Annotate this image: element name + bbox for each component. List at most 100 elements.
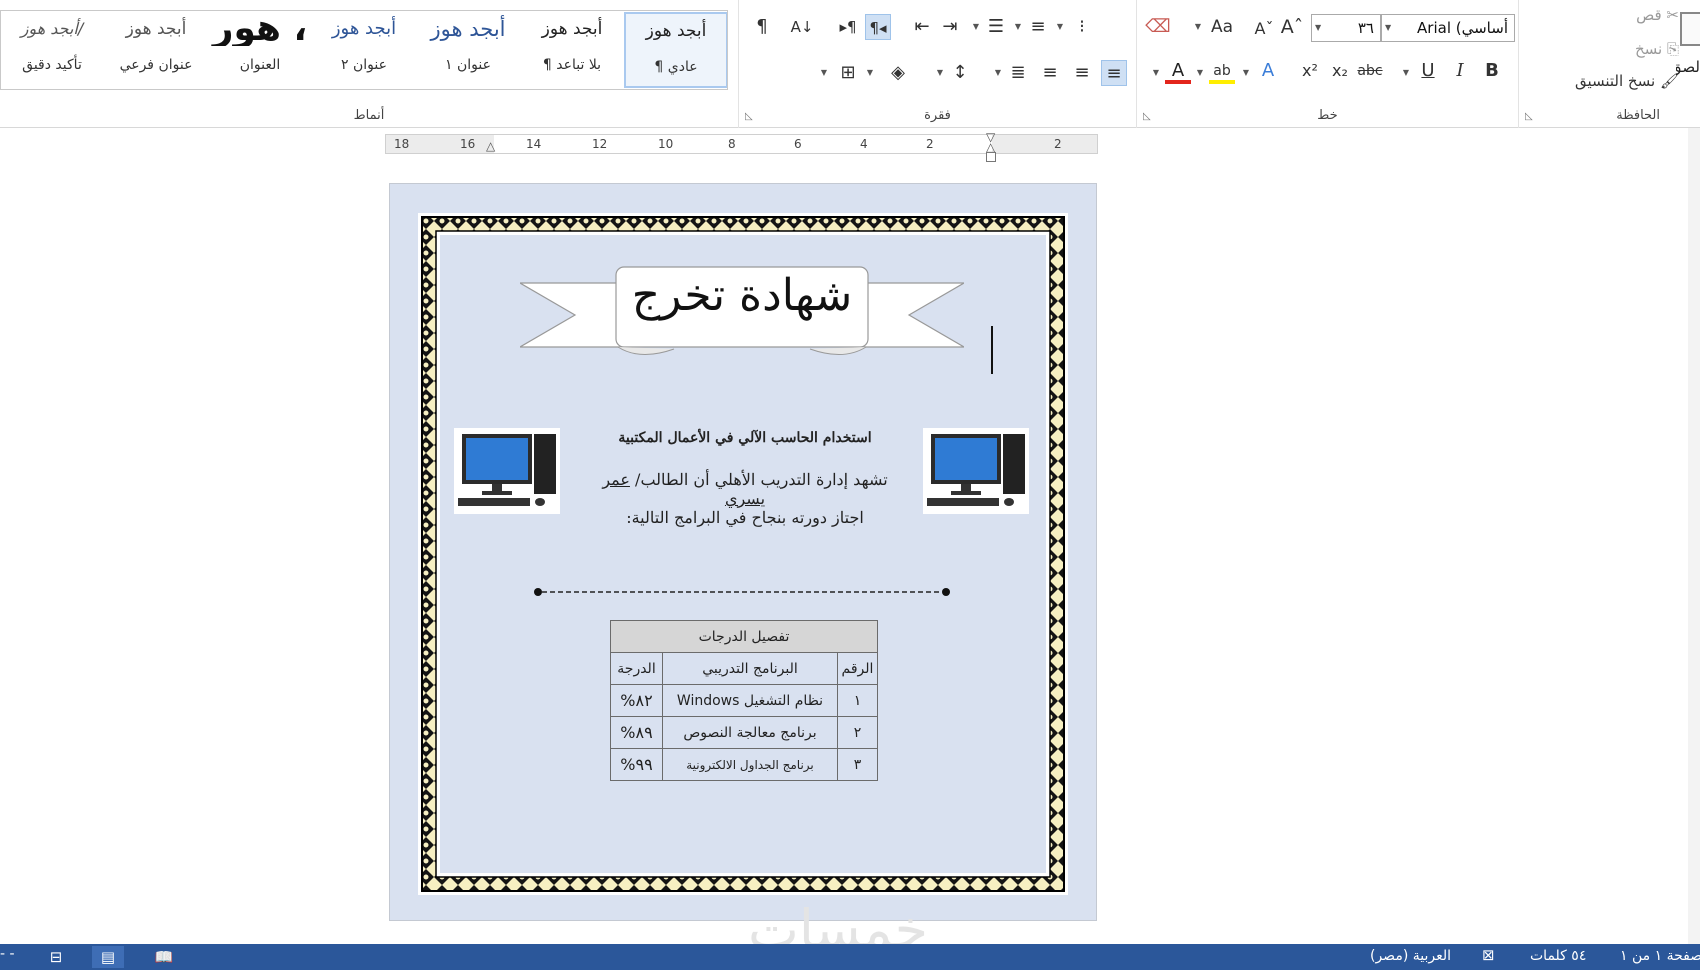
text-caret	[991, 326, 993, 374]
grow-font-icon[interactable]: Aˆ	[1279, 14, 1305, 40]
font-group-label: خط	[1317, 108, 1338, 123]
font-name-box[interactable]: ▼ Arial (أساسي	[1381, 14, 1515, 42]
bullets-icon[interactable]: ⁝	[1069, 14, 1095, 40]
change-case-dropdown[interactable]: ▼	[1193, 16, 1203, 38]
style-name: ¶ بلا تباعد	[542, 57, 602, 73]
style-preview: أبجد هوز	[430, 17, 506, 41]
text-effects-dropdown[interactable]: ▼	[1241, 62, 1251, 84]
row-grade: ٨٩%	[610, 716, 663, 749]
text-effects-icon[interactable]: A	[1255, 58, 1281, 84]
left-indent-marker-icon[interactable]: △	[486, 139, 495, 153]
style-normal[interactable]: أبجد هوز ¶ عادي	[624, 12, 728, 88]
multilevel-list-icon[interactable]: ☰	[983, 14, 1009, 40]
borders-icon[interactable]: ⊞	[835, 60, 861, 86]
header-program: البرنامج التدريبي	[662, 652, 838, 685]
format-painter-label: نسخ التنسيق	[1574, 72, 1656, 90]
style-title[interactable]: هور ، العنوان	[208, 12, 312, 88]
paste-button[interactable]: لصق	[1676, 4, 1700, 94]
read-mode-icon[interactable]: 📖	[148, 946, 180, 968]
right-indent-marker-icon[interactable]: ▽ △	[986, 131, 995, 153]
clipboard-group: ✂ قص ⎘ نسخ 🖌 نسخ التنسيق ◺ الحافظة	[1518, 0, 1688, 128]
rtl-direction-icon[interactable]: ¶◂	[865, 14, 891, 40]
font-color-dropdown[interactable]: ▼	[1151, 62, 1161, 84]
line-spacing-dropdown[interactable]: ▼	[935, 62, 945, 84]
font-size-box[interactable]: ▼ ٣٦	[1311, 14, 1381, 42]
bullets-dropdown[interactable]: ▼	[1055, 16, 1065, 38]
line-spacing-icon[interactable]: ↕	[947, 60, 973, 86]
row-program: برنامج الجداول الالكترونية	[662, 748, 838, 781]
styles-group: أبجد هوز ¶ عادي أبجد هوز ¶ بلا تباعد أبج…	[0, 0, 738, 128]
copy-button[interactable]: ⎘ نسخ	[1527, 40, 1679, 64]
grades-table: تفصيل الدرجات الرقم البرنامج التدريبي ال…	[610, 620, 878, 781]
style-subtle-emphasis[interactable]: أبجد هوز/ تأكيد دقيق	[0, 12, 104, 88]
print-layout-icon[interactable]: ▤	[92, 946, 124, 968]
word-count[interactable]: ٥٤ كلمات	[1530, 948, 1586, 964]
font-name-dropdown-icon[interactable]: ▼	[1385, 15, 1391, 41]
justify-icon[interactable]: ≣	[1005, 60, 1031, 86]
format-painter-button[interactable]: 🖌 نسخ التنسيق	[1527, 72, 1679, 96]
paste-label: لصق	[1676, 58, 1700, 76]
table-caption: تفصيل الدرجات	[610, 620, 878, 653]
style-no-spacing[interactable]: أبجد هوز ¶ بلا تباعد	[520, 12, 624, 88]
clipboard-group-label: الحافظة	[1616, 108, 1660, 123]
paragraph-group-label: فقرة	[924, 108, 951, 123]
align-left-icon[interactable]: ≡	[1037, 60, 1063, 86]
copy-label: نسخ	[1634, 40, 1663, 58]
web-layout-icon[interactable]: ⊟	[40, 946, 72, 968]
paste-icon	[1680, 12, 1700, 46]
style-name: ¶ عادي	[654, 59, 698, 75]
shading-icon[interactable]: ◈	[885, 60, 911, 86]
language-indicator[interactable]: العربية (مصر)	[1370, 948, 1451, 964]
highlight-dropdown[interactable]: ▼	[1195, 62, 1205, 84]
decrease-indent-icon[interactable]: ⇤	[909, 14, 935, 40]
shrink-font-icon[interactable]: Aˇ	[1251, 16, 1277, 42]
font-color-icon[interactable]: A	[1165, 58, 1191, 84]
numbering-dropdown[interactable]: ▼	[1013, 16, 1023, 38]
justify-dropdown[interactable]: ▼	[993, 62, 1003, 84]
underline-icon[interactable]: U	[1415, 58, 1441, 84]
style-heading-1[interactable]: أبجد هوز عنوان ١	[416, 12, 520, 88]
sort-icon[interactable]: A↓	[789, 14, 815, 40]
zoom-out-icon[interactable]: - -	[0, 946, 24, 962]
numbering-icon[interactable]: ≡	[1025, 14, 1051, 40]
multilevel-dropdown[interactable]: ▼	[971, 16, 981, 38]
ruler-number: 10	[658, 137, 674, 151]
clear-formatting-icon[interactable]: ⌫	[1145, 14, 1171, 40]
style-subtitle[interactable]: أبجد هوز عنوان فرعي	[104, 12, 208, 88]
change-case-icon[interactable]: Aa	[1207, 14, 1237, 40]
style-name: العنوان	[239, 57, 281, 73]
ruler-number: 2	[1054, 137, 1062, 151]
ruler-number: 8	[728, 137, 736, 151]
show-marks-icon[interactable]: ¶	[749, 14, 775, 40]
increase-indent-icon[interactable]: ⇥	[937, 14, 963, 40]
italic-icon[interactable]: I	[1447, 58, 1473, 84]
align-center-icon[interactable]: ≡	[1069, 60, 1095, 86]
subscript-icon[interactable]: x₂	[1327, 58, 1353, 84]
course-title: استخدام الحاسب الآلي في الأعمال المكتبية	[618, 430, 872, 446]
bold-icon[interactable]: B	[1479, 58, 1505, 84]
style-heading-2[interactable]: أبجد هوز عنوان ٢	[312, 12, 416, 88]
certificate-title: شهادة تخرج	[631, 270, 853, 321]
strikethrough-icon[interactable]: abc	[1357, 58, 1383, 84]
ruler-text-area	[494, 135, 992, 153]
proofing-icon[interactable]: ⊠	[1482, 946, 1495, 964]
borders-dropdown[interactable]: ▼	[819, 62, 829, 84]
table-caption-row: تفصيل الدرجات	[610, 620, 878, 653]
underline-dropdown[interactable]: ▼	[1401, 62, 1411, 84]
style-preview: أبجد هوز/	[20, 19, 84, 38]
computer-image-right	[923, 428, 1029, 514]
highlight-icon[interactable]: ab	[1209, 58, 1235, 84]
horizontal-ruler[interactable]: 18 16 14 12 10 8 6 4 2 2 △ ▽ △	[385, 131, 1098, 154]
table-header-row: الرقم البرنامج التدريبي الدرجة	[610, 652, 878, 685]
shading-dropdown[interactable]: ▼	[865, 62, 875, 84]
row-program: نظام التشغيل Windows	[662, 684, 838, 717]
vertical-scrollbar[interactable]	[1688, 128, 1700, 944]
align-right-icon[interactable]: ≡	[1101, 60, 1127, 86]
hanging-indent-box[interactable]	[986, 152, 996, 162]
ltr-direction-icon[interactable]: ▸¶	[835, 14, 861, 40]
superscript-icon[interactable]: x²	[1297, 58, 1323, 84]
page-count[interactable]: صفحة ١ من ١	[1620, 948, 1700, 964]
cut-button[interactable]: ✂ قص	[1527, 6, 1679, 30]
row-number: ٢	[837, 716, 878, 749]
font-size-dropdown-icon[interactable]: ▼	[1315, 15, 1321, 41]
